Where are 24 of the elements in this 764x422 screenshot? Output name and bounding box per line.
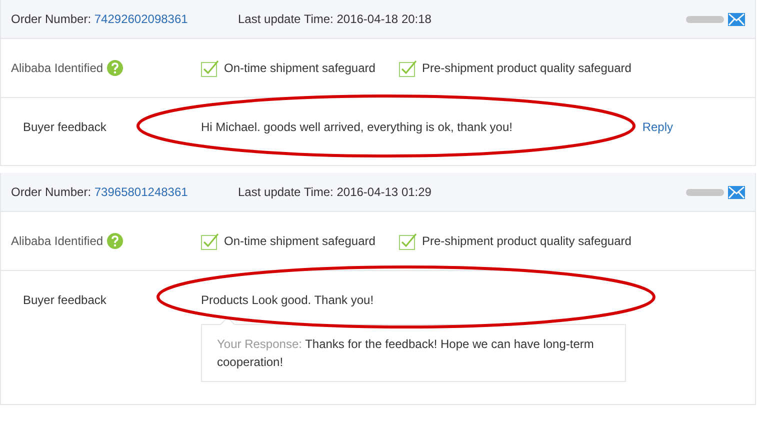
mail-icon[interactable]	[728, 186, 745, 198]
safeguard-label: Pre-shipment product quality safeguard	[422, 234, 632, 248]
identified-label: Alibaba Identified	[11, 61, 104, 75]
identified-label: Alibaba Identified	[11, 234, 104, 248]
safeguard-label: On-time shipment safeguard	[224, 61, 376, 75]
feedback-label: Buyer feedback	[23, 293, 108, 309]
blurred-name	[686, 188, 724, 196]
mail-icon[interactable]	[728, 12, 745, 26]
feedback-text: Hi Michael. goods well arrived, everything is ok, thank you!	[201, 120, 514, 134]
help-icon[interactable]	[107, 233, 124, 249]
safeguard-label: On-time shipment safeguard	[224, 234, 376, 248]
blurred-name	[686, 16, 724, 22]
update-time: Last update Time: 2016-04-18 20:18	[238, 12, 432, 26]
update-time: Last update Time: 2016-04-13 01:29	[238, 185, 432, 199]
order-number-link[interactable]: 74292602098361	[94, 12, 188, 26]
order-number-link[interactable]: 73965801248361	[94, 185, 188, 199]
response-text: Your Response: Thanks for the feedback! Hope we can have long-term cooperation!	[217, 337, 594, 369]
reply-link[interactable]: Reply	[642, 120, 673, 143]
order-label: Order Number:	[11, 12, 92, 26]
order-label: Order Number:	[11, 185, 92, 199]
feedback-label: Buyer feedback	[23, 120, 108, 136]
safeguard-label: Pre-shipment product quality safeguard	[422, 61, 632, 75]
feedback-text: Products Look good. Thank you!	[201, 293, 375, 307]
help-icon[interactable]	[107, 60, 124, 76]
